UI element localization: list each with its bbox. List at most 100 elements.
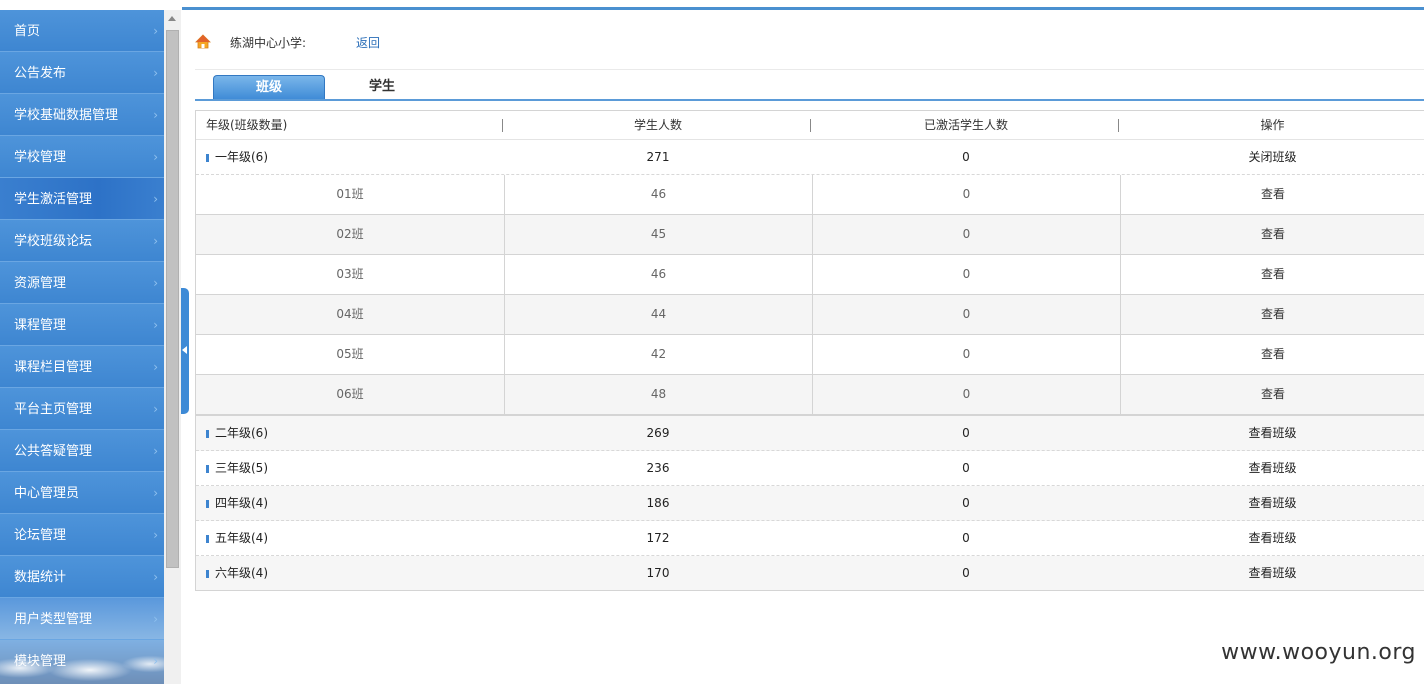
view-classes-link[interactable]: 查看班级 xyxy=(1120,416,1424,450)
table-header: 年级(班级数量) 学生人数 已激活学生人数 操作 xyxy=(196,111,1424,140)
header-divider xyxy=(502,119,503,132)
view-classes-link[interactable]: 查看班级 xyxy=(1120,451,1424,485)
chevron-right-icon: › xyxy=(153,486,158,500)
view-class-link[interactable]: 查看 xyxy=(1121,375,1424,414)
sidebar-item-label: 资源管理 xyxy=(14,276,67,291)
class-row: 02班 45 0 查看 xyxy=(196,215,1424,255)
sidebar-item-courses[interactable]: 课程管理 › xyxy=(0,304,164,346)
chevron-right-icon: › xyxy=(153,150,158,164)
view-class-link[interactable]: 查看 xyxy=(1121,215,1424,254)
close-classes-link[interactable]: 关闭班级 xyxy=(1120,140,1424,174)
grade-name-cell: 二年级(6) xyxy=(206,416,268,450)
sidebar-item-label: 中心管理员 xyxy=(14,486,80,501)
sidebar-item-school-base-data[interactable]: 学校基础数据管理 › xyxy=(0,94,164,136)
grade-name-cell: 一年级(6) xyxy=(206,140,268,174)
chevron-right-icon: › xyxy=(153,360,158,374)
grade-row[interactable]: 四年级(4) 186 0 查看班级 xyxy=(196,486,1424,521)
sidebar-item-announcement[interactable]: 公告发布 › xyxy=(0,52,164,94)
scrollbar-thumb[interactable] xyxy=(166,30,179,568)
grade-row[interactable]: 六年级(4) 170 0 查看班级 xyxy=(196,556,1424,590)
view-class-link[interactable]: 查看 xyxy=(1121,255,1424,294)
view-class-link[interactable]: 查看 xyxy=(1121,295,1424,334)
chevron-right-icon: › xyxy=(153,276,158,290)
header-divider xyxy=(1118,119,1119,132)
sidebar-item-forum-management[interactable]: 论坛管理 › xyxy=(0,514,164,556)
sidebar-item-user-types[interactable]: 用户类型管理 › xyxy=(0,598,164,640)
grade-students-cell: 269 xyxy=(646,426,670,440)
class-name-cell: 06班 xyxy=(196,375,505,414)
header-activated: 已激活学生人数 xyxy=(923,118,1008,132)
view-classes-link[interactable]: 查看班级 xyxy=(1120,486,1424,520)
sidebar-item-school-management[interactable]: 学校管理 › xyxy=(0,136,164,178)
tab-classes[interactable]: 班级 xyxy=(213,75,325,100)
view-class-link[interactable]: 查看 xyxy=(1121,175,1424,214)
sidebar-item-label: 学校班级论坛 xyxy=(14,234,93,249)
header-students: 学生人数 xyxy=(633,118,682,132)
class-activated-cell: 0 xyxy=(813,335,1121,374)
class-row: 04班 44 0 查看 xyxy=(196,295,1424,335)
sidebar-item-student-activation[interactable]: 学生激活管理 › xyxy=(0,178,164,220)
view-classes-link[interactable]: 查看班级 xyxy=(1120,521,1424,555)
sidebar-scrollbar[interactable] xyxy=(164,10,181,684)
grade-activated-cell: 0 xyxy=(962,461,970,475)
class-name-cell: 03班 xyxy=(196,255,505,294)
chevron-right-icon: › xyxy=(153,570,158,584)
grade-students-cell: 170 xyxy=(646,566,670,580)
grade-row[interactable]: 一年级(6) 271 0 关闭班级 xyxy=(196,140,1424,175)
sidebar-item-platform-homepage[interactable]: 平台主页管理 › xyxy=(0,388,164,430)
table-bottom-border xyxy=(196,590,1424,591)
top-bar xyxy=(0,0,1424,10)
sidebar-item-label: 首页 xyxy=(14,24,41,39)
class-activated-cell: 0 xyxy=(813,215,1121,254)
sidebar-item-center-admin[interactable]: 中心管理员 › xyxy=(0,472,164,514)
class-students-cell: 48 xyxy=(505,375,813,414)
grade-name: 一年级(6) xyxy=(215,150,268,164)
chevron-right-icon: › xyxy=(153,444,158,458)
view-class-link[interactable]: 查看 xyxy=(1121,335,1424,374)
chevron-right-icon: › xyxy=(153,234,158,248)
class-row: 01班 46 0 查看 xyxy=(196,175,1424,215)
grade-students-cell: 186 xyxy=(646,496,670,510)
chevron-right-icon: › xyxy=(153,192,158,206)
sidebar-item-label: 平台主页管理 xyxy=(14,402,93,417)
sidebar-item-label: 课程管理 xyxy=(14,318,67,333)
tab-students[interactable]: 学生 xyxy=(327,75,437,99)
class-activated-cell: 0 xyxy=(813,295,1121,334)
sidebar-collapse-handle[interactable] xyxy=(181,288,189,414)
class-row: 06班 48 0 查看 xyxy=(196,375,1424,414)
grade-row[interactable]: 三年级(5) 236 0 查看班级 xyxy=(196,451,1424,486)
sidebar-nav: 首页 › 公告发布 › 学校基础数据管理 › 学校管理 › 学生激活管理 › 学校班级论坛… xyxy=(0,10,164,684)
grade-activated-cell: 0 xyxy=(962,150,970,164)
grade-name: 二年级(6) xyxy=(215,426,268,440)
chevron-right-icon: › xyxy=(153,108,158,122)
header-divider xyxy=(810,119,811,132)
sidebar-item-resources[interactable]: 资源管理 › xyxy=(0,262,164,304)
grade-name: 六年级(4) xyxy=(215,566,268,580)
sidebar-item-public-qa[interactable]: 公共答疑管理 › xyxy=(0,430,164,472)
sidebar-item-label: 论坛管理 xyxy=(14,528,67,543)
class-activated-cell: 0 xyxy=(813,175,1121,214)
breadcrumb-school-name: 练湖中心小学: xyxy=(230,36,307,50)
sidebar-item-modules[interactable]: 模块管理 › xyxy=(0,640,164,684)
sidebar-item-label: 学校基础数据管理 xyxy=(14,108,119,123)
grade-marker-icon xyxy=(206,430,209,438)
grade-name-cell: 六年级(4) xyxy=(206,556,268,590)
class-students-cell: 44 xyxy=(505,295,813,334)
chevron-right-icon: › xyxy=(153,66,158,80)
sidebar-item-course-columns[interactable]: 课程栏目管理 › xyxy=(0,346,164,388)
sidebar-item-home[interactable]: 首页 › xyxy=(0,10,164,52)
class-row: 03班 46 0 查看 xyxy=(196,255,1424,295)
sidebar-item-class-forum[interactable]: 学校班级论坛 › xyxy=(0,220,164,262)
back-link[interactable]: 返回 xyxy=(356,32,380,54)
sidebar-item-label: 公共答疑管理 xyxy=(14,444,93,459)
watermark-text: www.wooyun.org xyxy=(1221,640,1416,665)
grade-activated-cell: 0 xyxy=(962,531,970,545)
class-list: 01班 46 0 查看 02班 45 0 查看 03班 46 0 查看 04班 … xyxy=(196,175,1424,416)
grade-row[interactable]: 二年级(6) 269 0 查看班级 xyxy=(196,416,1424,451)
grade-row[interactable]: 五年级(4) 172 0 查看班级 xyxy=(196,521,1424,556)
view-classes-link[interactable]: 查看班级 xyxy=(1120,556,1424,590)
scroll-up-arrow-icon[interactable] xyxy=(168,16,176,21)
sidebar-item-statistics[interactable]: 数据统计 › xyxy=(0,556,164,598)
sidebar-item-label: 用户类型管理 xyxy=(14,612,93,627)
class-row: 05班 42 0 查看 xyxy=(196,335,1424,375)
